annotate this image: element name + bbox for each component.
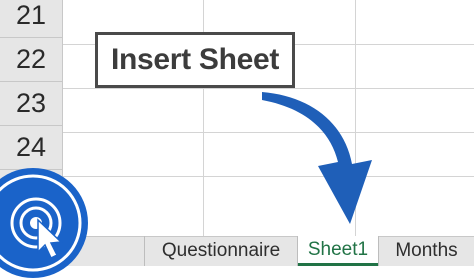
tab-months[interactable]: Months	[378, 236, 474, 266]
tab-sheet1[interactable]: Sheet1	[298, 236, 378, 266]
click-cursor-icon	[0, 168, 88, 278]
tab-questionnaire[interactable]: Questionnaire	[144, 236, 298, 266]
